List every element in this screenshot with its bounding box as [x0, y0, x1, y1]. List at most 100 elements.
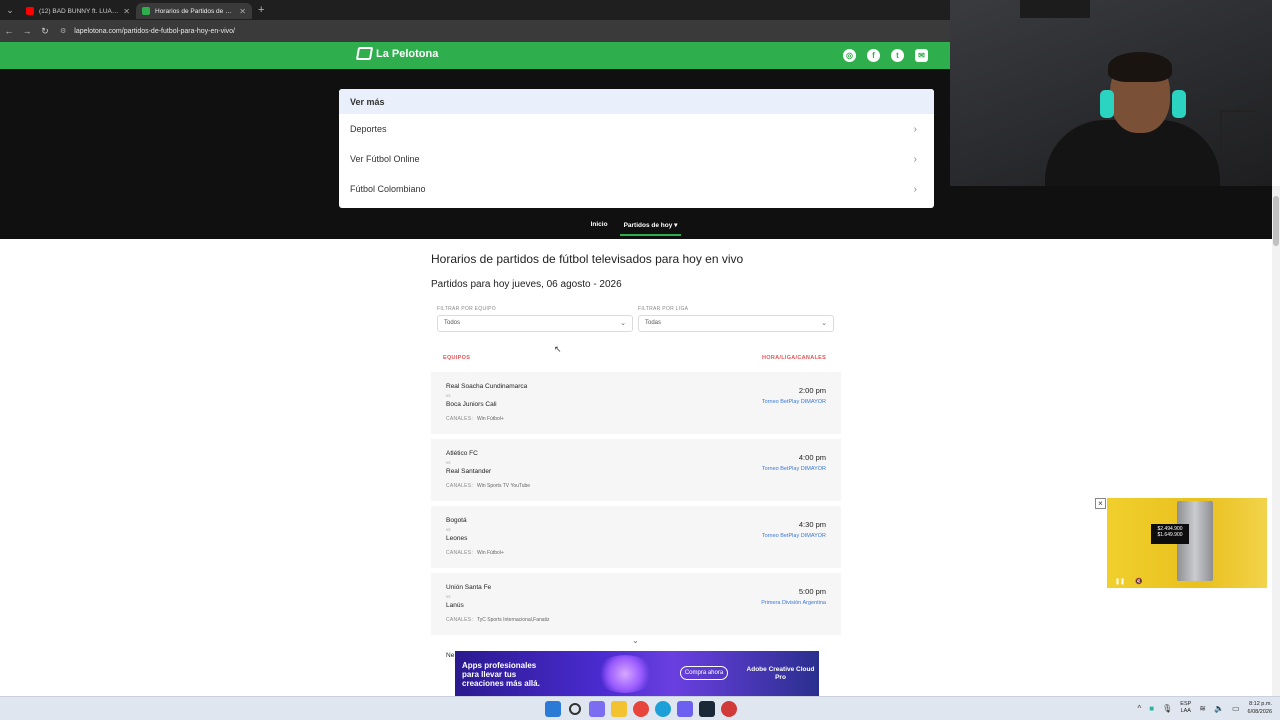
menu-item-ver-futbol-online[interactable]: Ver Fútbol Online ›: [339, 144, 934, 174]
discord-icon[interactable]: [677, 701, 693, 717]
webcam-background-shelf: [1020, 0, 1090, 18]
next-match-partial: Ne: [446, 652, 455, 659]
match-time: 5:00 pm: [798, 587, 826, 596]
away-team: Lanús: [446, 602, 464, 609]
copilot-icon[interactable]: [589, 701, 605, 717]
page-scrollbar[interactable]: [1272, 186, 1280, 696]
language-indicator[interactable]: ESP LAA: [1180, 701, 1191, 715]
ad-brand: Adobe Creative Cloud Pro: [746, 666, 815, 681]
windows-taskbar: ^ ■ 🎙 ESP LAA ≋ 🔈 ▭ 8:12 p.m. 6/08/2026: [0, 696, 1280, 720]
twitter-icon[interactable]: t: [891, 49, 904, 62]
tab-lapelotona[interactable]: Horarios de Partidos de Fútbol ✕: [136, 3, 252, 19]
scrollbar-thumb[interactable]: [1273, 196, 1279, 246]
breadcrumb-current-label: Partidos de hoy: [623, 222, 673, 229]
logo-mark-icon: [355, 47, 374, 60]
close-tab-icon[interactable]: ✕: [239, 7, 246, 16]
floating-video-ad[interactable]: $2.494.900 $1.649.900 ❚❚ 🔇: [1107, 498, 1267, 588]
battery-icon[interactable]: ▭: [1232, 704, 1240, 713]
league-filter-select[interactable]: Todas ⌄: [638, 315, 834, 332]
breadcrumb-home[interactable]: Inicio: [591, 221, 608, 239]
home-team: Real Soacha Cundinamarca: [446, 383, 528, 390]
menu-item-label: Deportes: [350, 124, 387, 134]
column-header-teams: EQUIPOS: [443, 355, 471, 361]
breadcrumb: Inicio Partidos de hoy ▾: [0, 221, 1272, 239]
tab-youtube[interactable]: (12) BAD BUNNY ft. LUAR LA L ✕: [20, 3, 136, 19]
obs-icon[interactable]: [721, 701, 737, 717]
tab-search-icon[interactable]: ⌄: [0, 0, 20, 20]
vs-label: vs: [446, 393, 451, 398]
system-tray: ^ ■ 🎙 ESP LAA ≋ 🔈 ▭ 8:12 p.m. 6/08/2026: [1138, 700, 1272, 716]
league-link[interactable]: Primera División Argentina: [761, 600, 826, 606]
new-price: $1.649.900: [1157, 532, 1183, 538]
team-filter-label: FILTRAR POR EQUIPO: [437, 306, 496, 312]
match-time: 4:00 pm: [798, 453, 826, 462]
channels-label: CANALES:: [446, 550, 474, 556]
url-field[interactable]: ⚙ lapelotona.com/partidos-de-futbol-para…: [60, 23, 940, 39]
match-row[interactable]: Real Soacha Cundinamarca vs Boca Juniors…: [431, 372, 841, 434]
microphone-icon[interactable]: 🎙: [1162, 704, 1172, 713]
league-link[interactable]: Torneo BetPlay DIMAYOR: [762, 399, 826, 405]
tray-app-icon[interactable]: ■: [1149, 704, 1154, 713]
price-tag: $2.494.900 $1.649.900: [1151, 524, 1189, 544]
instagram-icon[interactable]: ◎: [843, 49, 856, 62]
lang-bottom: LAA: [1180, 708, 1191, 714]
search-icon[interactable]: [569, 703, 581, 715]
channels-label: CANALES:: [446, 416, 474, 422]
tab-title: (12) BAD BUNNY ft. LUAR LA L: [39, 7, 119, 15]
match-time: 4:30 pm: [798, 520, 826, 529]
forward-icon[interactable]: →: [18, 26, 36, 36]
file-explorer-icon[interactable]: [611, 701, 627, 717]
menu-item-label: Fútbol Colombiano: [350, 184, 426, 194]
close-video-ad-icon[interactable]: ×: [1095, 498, 1106, 509]
away-team: Leones: [446, 535, 468, 542]
clock[interactable]: 8:12 p.m. 6/08/2026: [1248, 700, 1272, 716]
chevron-down-icon: ⌄: [620, 320, 626, 327]
edge-icon[interactable]: [655, 701, 671, 717]
match-row[interactable]: Bogotá vs Leones CANALES: Win Fútbol+ 4:…: [431, 506, 841, 568]
mouse-cursor-icon: ↖: [554, 344, 562, 354]
webcam-background-lamp: [1220, 110, 1255, 170]
wifi-icon[interactable]: ≋: [1199, 704, 1206, 713]
home-team: Unión Santa Fe: [446, 584, 492, 591]
youtube-favicon-icon: [26, 7, 34, 15]
adobe-ad-banner[interactable]: Apps profesionales para llevar tus creac…: [455, 651, 819, 696]
menu-item-futbol-colombiano[interactable]: Fútbol Colombiano ›: [339, 174, 934, 204]
chrome-icon[interactable]: [633, 701, 649, 717]
caret-down-icon: ▾: [674, 222, 678, 229]
league-link[interactable]: Torneo BetPlay DIMAYOR: [762, 533, 826, 539]
date-heading: Partidos para hoy jueves, 06 agosto - 20…: [431, 279, 622, 290]
away-team: Boca Juniors Cali: [446, 401, 497, 408]
ad-cta-button[interactable]: Compra ahora: [680, 666, 728, 680]
column-header-info: HORA/LIGA/CANALES: [762, 355, 827, 361]
url-text: lapelotona.com/partidos-de-futbol-para-h…: [74, 27, 235, 35]
reload-icon[interactable]: ↻: [36, 26, 54, 37]
back-icon[interactable]: ←: [0, 26, 18, 36]
channels-label: CANALES:: [446, 483, 474, 489]
league-link[interactable]: Torneo BetPlay DIMAYOR: [762, 466, 826, 472]
home-team: Bogotá: [446, 517, 467, 524]
league-filter-value: Todas: [645, 320, 662, 326]
site-logo[interactable]: La Pelotona: [355, 47, 438, 60]
steam-icon[interactable]: [699, 701, 715, 717]
channels-value: Win Fútbol+: [477, 416, 504, 422]
ad-text: Apps profesionales para llevar tus creac…: [462, 661, 540, 688]
team-filter-select[interactable]: Todos ⌄: [437, 315, 633, 332]
site-header: La Pelotona ◎ f t ✉: [0, 42, 950, 69]
windows-start-icon[interactable]: [545, 701, 561, 717]
breadcrumb-current[interactable]: Partidos de hoy ▾: [619, 221, 682, 236]
volume-icon[interactable]: 🔈: [1214, 704, 1224, 713]
pause-icon[interactable]: ❚❚: [1115, 578, 1125, 585]
taskbar-apps: [545, 701, 737, 717]
site-info-icon[interactable]: ⚙: [60, 27, 66, 35]
mail-icon[interactable]: ✉: [915, 49, 928, 62]
chevron-up-icon[interactable]: ^: [1138, 704, 1142, 713]
tab-title: Horarios de Partidos de Fútbol: [155, 7, 236, 15]
facebook-icon[interactable]: f: [867, 49, 880, 62]
match-row[interactable]: Atlético FC vs Real Santander CANALES: W…: [431, 439, 841, 501]
match-row[interactable]: Unión Santa Fe vs Lanús CANALES: TyC Spo…: [431, 573, 841, 635]
close-tab-icon[interactable]: ✕: [123, 7, 130, 16]
menu-item-deportes[interactable]: Deportes ›: [339, 114, 934, 144]
new-tab-icon[interactable]: +: [258, 4, 264, 16]
mute-icon[interactable]: 🔇: [1135, 578, 1142, 585]
ad-expand-chevron-icon[interactable]: ⌄: [622, 636, 649, 649]
